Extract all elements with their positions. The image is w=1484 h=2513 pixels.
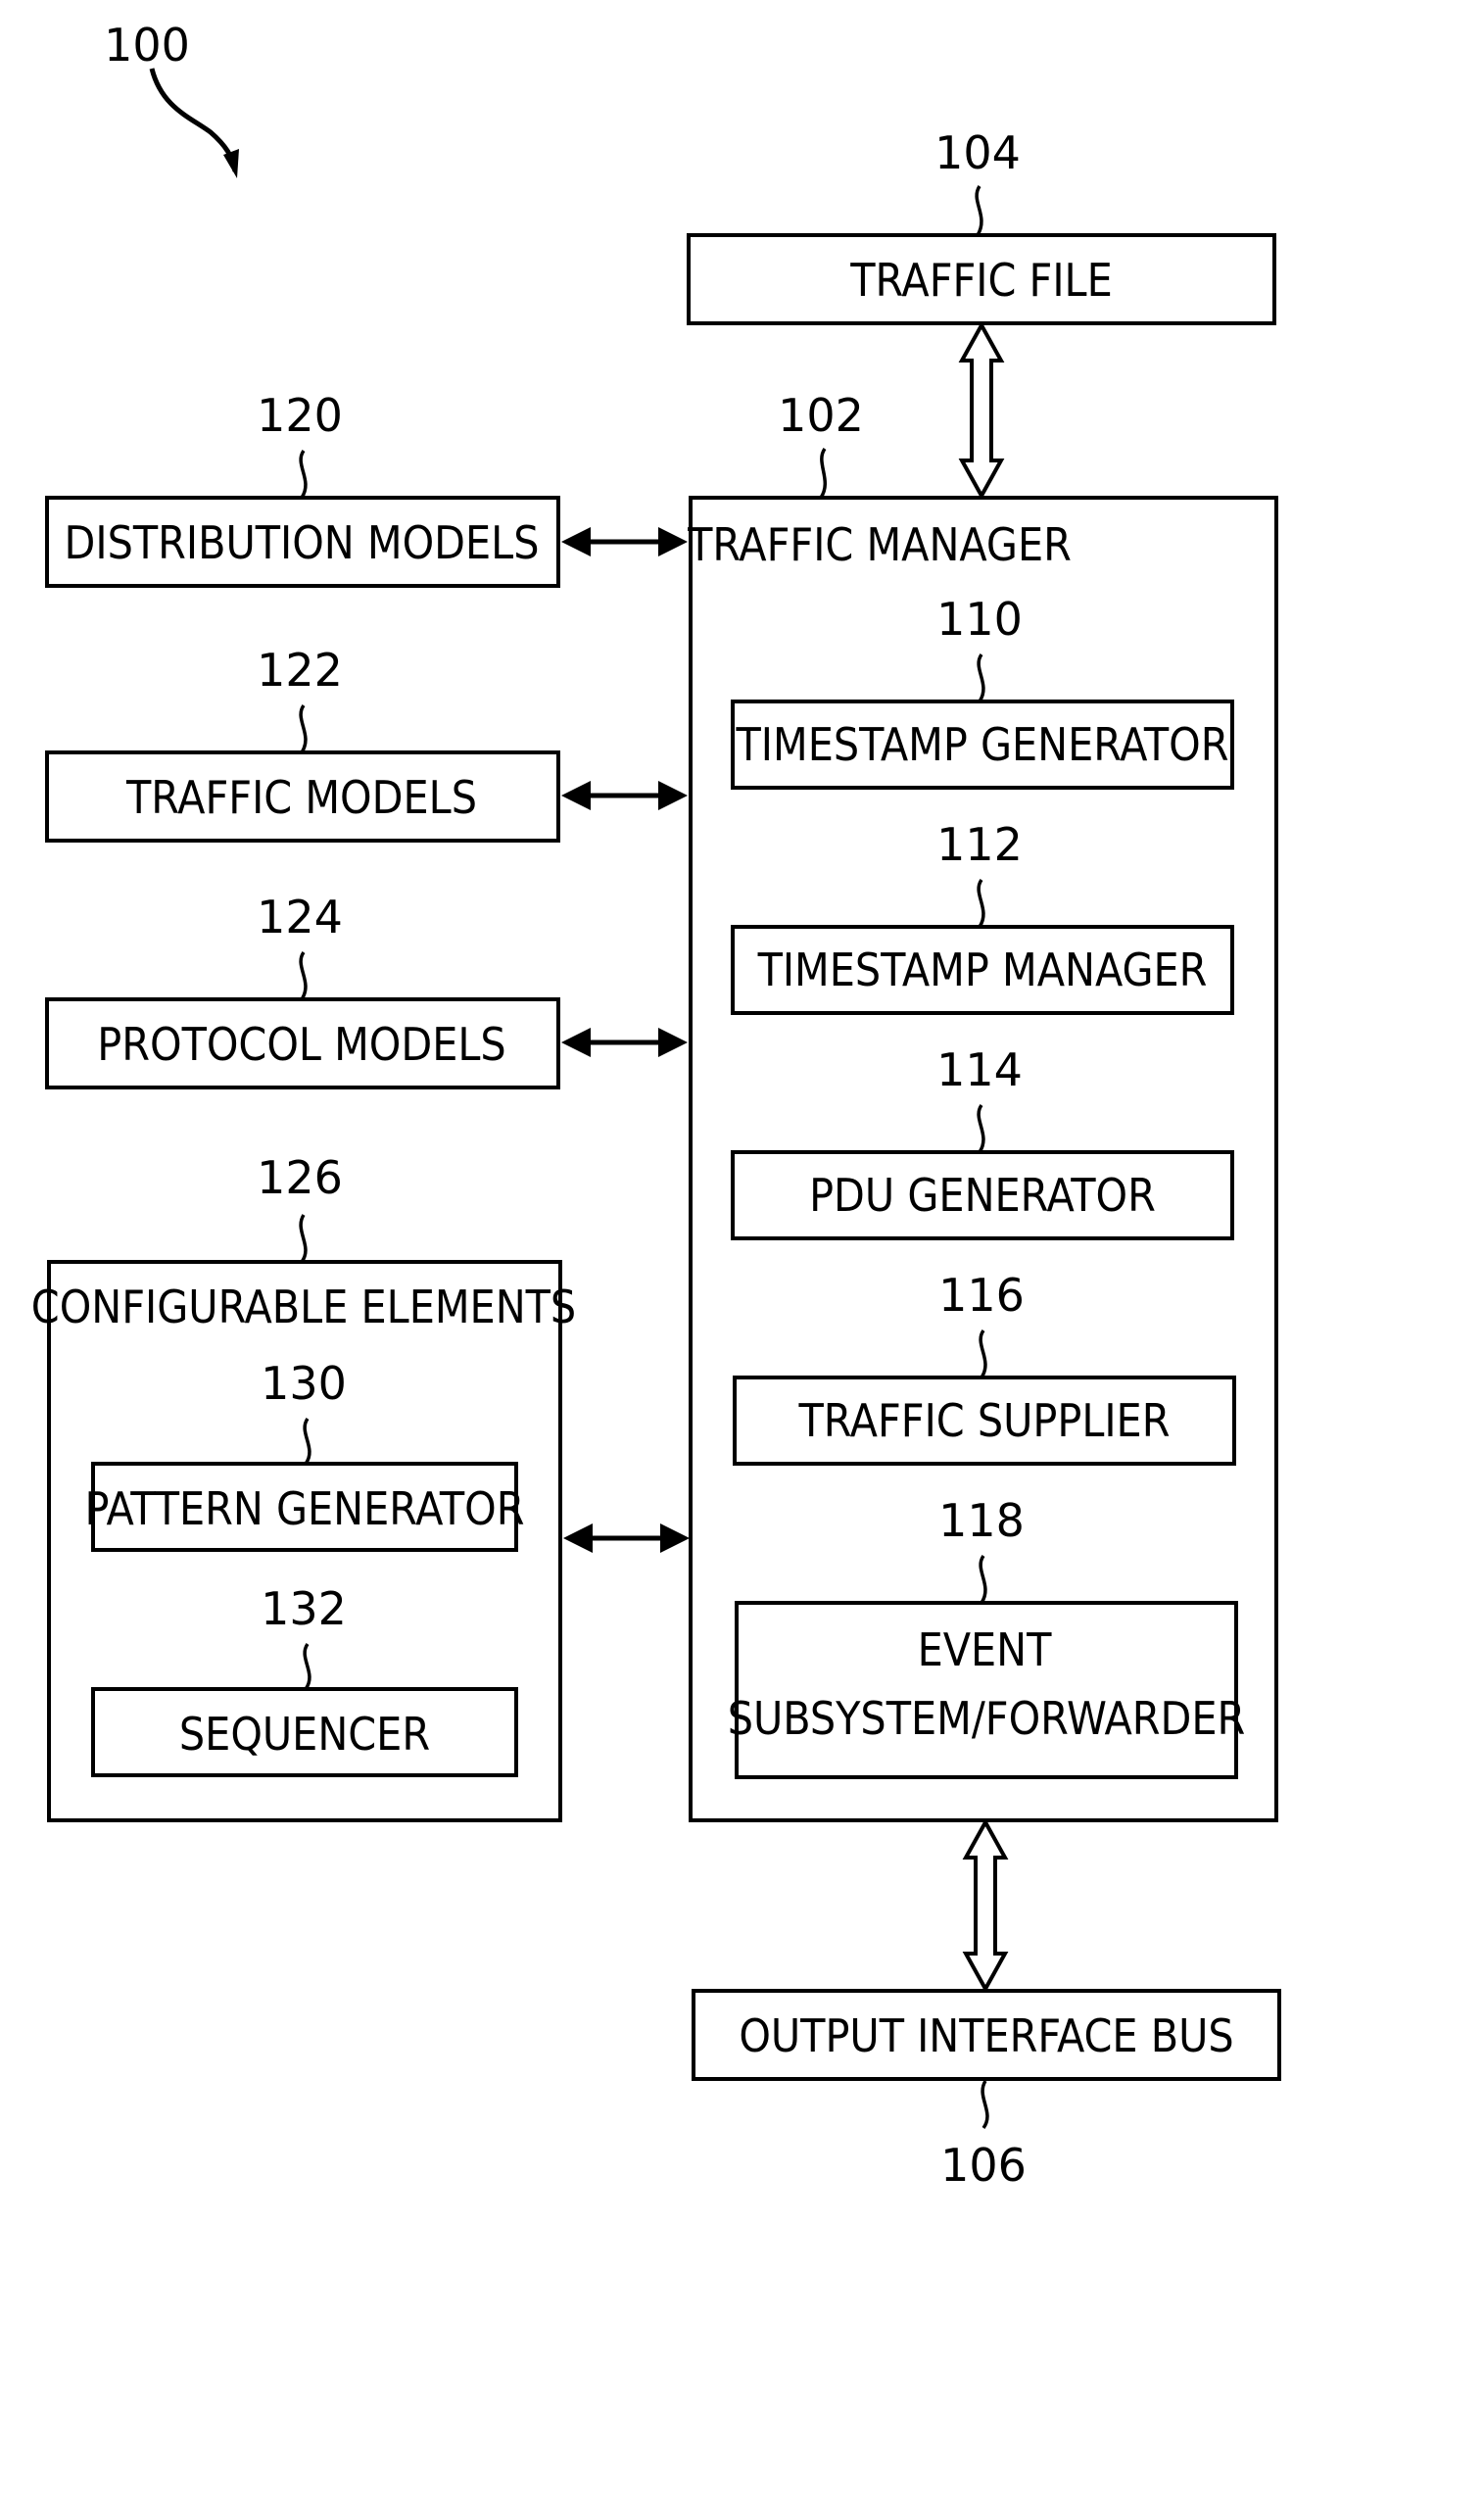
ref-112: 112	[936, 818, 1023, 871]
ref-132: 132	[261, 1582, 347, 1635]
ref-114: 114	[936, 1043, 1023, 1096]
ref-126: 126	[257, 1151, 343, 1204]
sequencer-label: SEQUENCER	[179, 1708, 430, 1761]
ref-120: 120	[257, 389, 343, 442]
leader-102	[819, 447, 827, 499]
ref-116: 116	[938, 1269, 1025, 1322]
event-label-line2: SUBSYSTEM/FORWARDER	[728, 1692, 1246, 1745]
ref-122: 122	[257, 644, 343, 697]
leader-120	[299, 449, 308, 499]
ref-106: 106	[940, 2139, 1027, 2192]
leader-104	[975, 185, 983, 236]
figure-pointer-arrow	[149, 68, 238, 172]
block-diagram: 100 104 TRAFFIC FILE 102 TRAFFIC MANAGER…	[31, 19, 1281, 2192]
ref-130: 130	[261, 1357, 347, 1410]
leader-126	[299, 1214, 308, 1264]
protocol-models-label: PROTOCOL MODELS	[97, 1018, 505, 1071]
traffic-manager-label: TRAFFIC MANAGER	[687, 518, 1072, 571]
configurable-elements-label: CONFIGURABLE ELEMENTS	[31, 1281, 576, 1333]
leader-124	[299, 950, 308, 1000]
distribution-models-label: DISTRIBUTION MODELS	[65, 516, 540, 569]
pattern-generator-label: PATTERN GENERATOR	[85, 1482, 525, 1535]
ref-124: 124	[257, 891, 343, 943]
traffic-supplier-label: TRAFFIC SUPPLIER	[798, 1394, 1171, 1447]
figure-ref-100: 100	[104, 19, 190, 72]
traffic-models-label: TRAFFIC MODELS	[125, 771, 477, 824]
leader-106	[981, 2080, 989, 2130]
output-interface-bus-label: OUTPUT INTERFACE BUS	[739, 2009, 1233, 2062]
leader-122	[299, 703, 308, 753]
traffic-file-label: TRAFFIC FILE	[849, 254, 1113, 307]
ref-110: 110	[936, 593, 1023, 646]
bidirectional-bus-arrow-top	[958, 320, 1005, 501]
ref-118: 118	[938, 1494, 1025, 1547]
timestamp-generator-label: TIMESTAMP GENERATOR	[736, 718, 1229, 771]
timestamp-manager-label: TIMESTAMP MANAGER	[757, 943, 1208, 996]
bidirectional-bus-arrow-bottom	[962, 1817, 1009, 1994]
ref-102: 102	[778, 389, 864, 442]
pdu-generator-label: PDU GENERATOR	[809, 1169, 1156, 1222]
ref-104: 104	[934, 126, 1021, 179]
event-label-line1: EVENT	[918, 1623, 1053, 1676]
figure-pointer-arrowhead	[223, 149, 239, 178]
